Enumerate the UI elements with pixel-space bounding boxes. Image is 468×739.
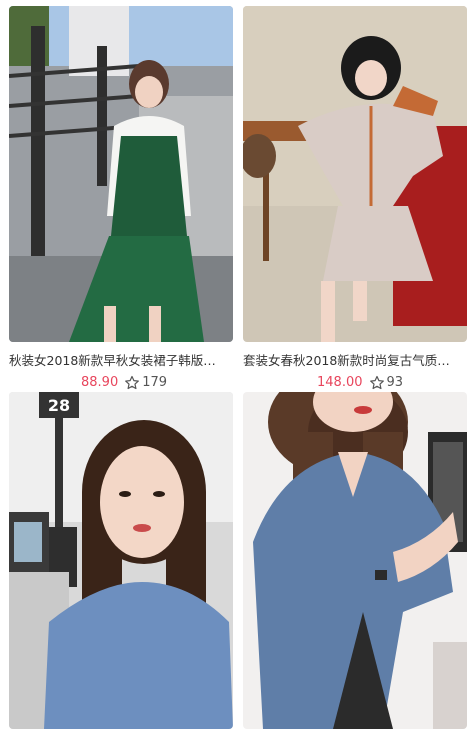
product-image-1[interactable]: [9, 6, 233, 342]
product-meta-2: 148.00 93: [317, 373, 403, 393]
favorite-count-2: 93: [386, 375, 404, 390]
product-price-1: 88.90: [81, 375, 119, 390]
product-title-1[interactable]: 秋装女2018新款早秋女装裙子韩版…: [9, 352, 235, 370]
product-card-4[interactable]: [243, 392, 468, 739]
star-outline-icon[interactable]: [369, 375, 385, 391]
signage-number: 28: [48, 396, 70, 415]
product-image-4[interactable]: [243, 392, 467, 729]
product-image-3[interactable]: 28: [9, 392, 233, 729]
product-price-2: 148.00: [317, 375, 363, 390]
product-meta-1: 88.90 179: [81, 373, 167, 393]
favorite-count-1: 179: [142, 375, 168, 390]
product-grid: 秋装女2018新款早秋女装裙子韩版… 88.90 179 套装女春秋2018新款…: [0, 0, 468, 739]
product-image-2[interactable]: [243, 6, 467, 342]
product-card-3[interactable]: 28: [9, 392, 235, 739]
product-card-2[interactable]: 套装女春秋2018新款时尚复古气质… 148.00 93: [243, 6, 468, 396]
product-card-1[interactable]: 秋装女2018新款早秋女装裙子韩版… 88.90 179: [9, 6, 235, 396]
product-title-2[interactable]: 套装女春秋2018新款时尚复古气质…: [243, 352, 468, 370]
star-outline-icon[interactable]: [124, 375, 140, 391]
